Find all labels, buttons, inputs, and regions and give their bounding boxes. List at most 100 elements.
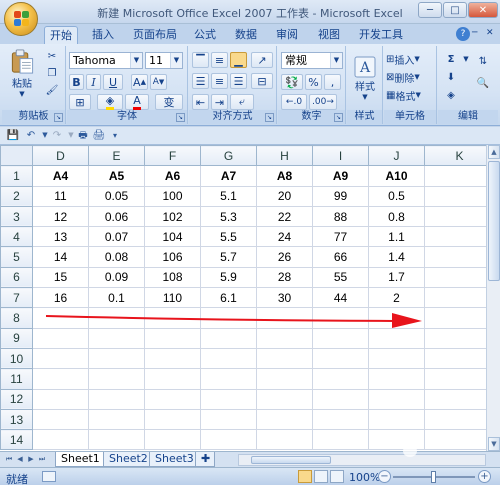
cell[interactable]: 0.05 <box>88 185 145 207</box>
tab-page-layout[interactable]: 页面布局 <box>130 26 180 44</box>
cell[interactable] <box>312 347 369 370</box>
cell[interactable] <box>200 347 257 370</box>
styles-button[interactable]: A 样式 ▼ <box>349 50 381 106</box>
cell[interactable] <box>32 408 89 431</box>
orientation-button[interactable]: ↗ <box>251 52 273 68</box>
cell[interactable]: 66 <box>312 246 369 268</box>
insert-sheet-icon[interactable]: ✚ <box>195 452 215 467</box>
cell[interactable] <box>424 226 495 248</box>
cell[interactable] <box>32 388 89 410</box>
cell[interactable]: 100 <box>144 185 201 207</box>
cell[interactable]: 5.9 <box>200 266 257 289</box>
cell[interactable]: 14 <box>32 246 89 268</box>
cell[interactable]: 0.06 <box>88 205 145 228</box>
cell[interactable]: 6.1 <box>200 287 257 309</box>
cell[interactable] <box>424 266 495 289</box>
cell[interactable]: A4 <box>32 165 89 187</box>
font-name-select[interactable]: Tahoma ▼ <box>69 52 143 69</box>
tab-developer[interactable]: 开发工具 <box>356 26 406 44</box>
cell[interactable] <box>424 388 495 410</box>
close-button[interactable]: ✕ <box>468 2 498 18</box>
column-header[interactable]: G <box>200 145 257 167</box>
cell[interactable] <box>144 307 201 329</box>
cell[interactable] <box>312 429 369 451</box>
zoom-in-icon[interactable]: + <box>478 470 491 483</box>
cell[interactable] <box>32 368 89 390</box>
customize-qat-icon[interactable]: ▾ <box>108 129 122 142</box>
minimize-button[interactable]: ─ <box>418 2 442 18</box>
row-header[interactable]: 10 <box>0 347 33 370</box>
underline-button[interactable]: U <box>103 74 123 90</box>
row-header[interactable]: 7 <box>0 287 33 309</box>
cell[interactable]: 108 <box>144 266 201 289</box>
maximize-button[interactable]: □ <box>443 2 467 18</box>
cell[interactable]: 5.5 <box>200 226 257 248</box>
row-header[interactable]: 11 <box>0 368 33 390</box>
cell[interactable]: 15 <box>32 266 89 289</box>
horizontal-scroll-thumb[interactable] <box>251 456 331 464</box>
tab-view[interactable]: 视图 <box>314 26 344 44</box>
cell[interactable]: 12 <box>32 205 89 228</box>
cell[interactable] <box>424 408 495 431</box>
cell[interactable] <box>256 368 313 390</box>
paste-button[interactable]: 粘贴 ▼ <box>6 48 38 98</box>
cell[interactable]: 16 <box>32 287 89 309</box>
cell[interactable] <box>256 388 313 410</box>
row-header[interactable]: 1 <box>0 165 33 187</box>
cell[interactable] <box>368 347 425 370</box>
cell[interactable]: 11 <box>32 185 89 207</box>
cell[interactable]: A5 <box>88 165 145 187</box>
sheet-tab-sheet1[interactable]: Sheet1 <box>55 452 106 467</box>
column-header[interactable]: E <box>88 145 145 167</box>
ribbon-close-icon[interactable]: ✕ <box>486 28 496 38</box>
cell[interactable] <box>144 388 201 410</box>
cell[interactable] <box>144 368 201 390</box>
row-header[interactable]: 3 <box>0 205 33 228</box>
cell[interactable] <box>200 307 257 329</box>
clipboard-launcher-icon[interactable]: ↘ <box>54 113 63 122</box>
align-center-button[interactable]: ≡ <box>211 73 228 89</box>
sheet-tab-sheet2[interactable]: Sheet2 <box>103 452 154 467</box>
find-select-icon[interactable]: 🔍 <box>474 73 492 93</box>
redo-icon[interactable]: ↷ <box>50 129 64 142</box>
cell[interactable]: 44 <box>312 287 369 309</box>
normal-view-icon[interactable] <box>298 470 312 483</box>
cell[interactable] <box>88 307 145 329</box>
row-header[interactable]: 12 <box>0 388 33 410</box>
cell[interactable]: 1.4 <box>368 246 425 268</box>
chevron-down-icon[interactable]: ▼ <box>462 51 470 67</box>
cell[interactable]: 0.09 <box>88 266 145 289</box>
quick-print-icon[interactable]: 🖨 <box>92 129 106 142</box>
office-button[interactable] <box>4 2 38 36</box>
cell[interactable] <box>424 287 495 309</box>
cell[interactable]: 28 <box>256 266 313 289</box>
tab-formulas[interactable]: 公式 <box>190 26 220 44</box>
phonetic-button[interactable]: 变 <box>155 94 183 110</box>
cell[interactable]: 2 <box>368 287 425 309</box>
sort-filter-icon[interactable]: ⇅ <box>474 51 492 71</box>
fill-color-button[interactable]: ◈ <box>97 94 123 110</box>
grow-font-button[interactable]: A ▲ <box>131 74 148 90</box>
cell[interactable] <box>424 347 495 370</box>
cell[interactable] <box>88 408 145 431</box>
first-sheet-icon[interactable]: ⏮ <box>4 454 14 465</box>
row-header[interactable]: 9 <box>0 327 33 349</box>
cell[interactable]: 0.8 <box>368 205 425 228</box>
cell[interactable]: 77 <box>312 226 369 248</box>
cell[interactable] <box>368 408 425 431</box>
alignment-launcher-icon[interactable]: ↘ <box>265 113 274 122</box>
cell[interactable]: A8 <box>256 165 313 187</box>
shrink-font-button[interactable]: A ▼ <box>150 74 167 90</box>
cell[interactable]: 5.3 <box>200 205 257 228</box>
cell[interactable] <box>256 327 313 349</box>
cell[interactable] <box>200 368 257 390</box>
align-right-button[interactable]: ☰ <box>230 73 247 89</box>
cell[interactable]: 5.7 <box>200 246 257 268</box>
percent-button[interactable]: % <box>305 74 322 90</box>
row-header[interactable]: 5 <box>0 246 33 268</box>
cell[interactable]: 88 <box>312 205 369 228</box>
select-all-corner[interactable] <box>0 145 33 167</box>
cell[interactable] <box>368 307 425 329</box>
align-middle-button[interactable]: ≡ <box>211 52 228 68</box>
cell[interactable]: 13 <box>32 226 89 248</box>
